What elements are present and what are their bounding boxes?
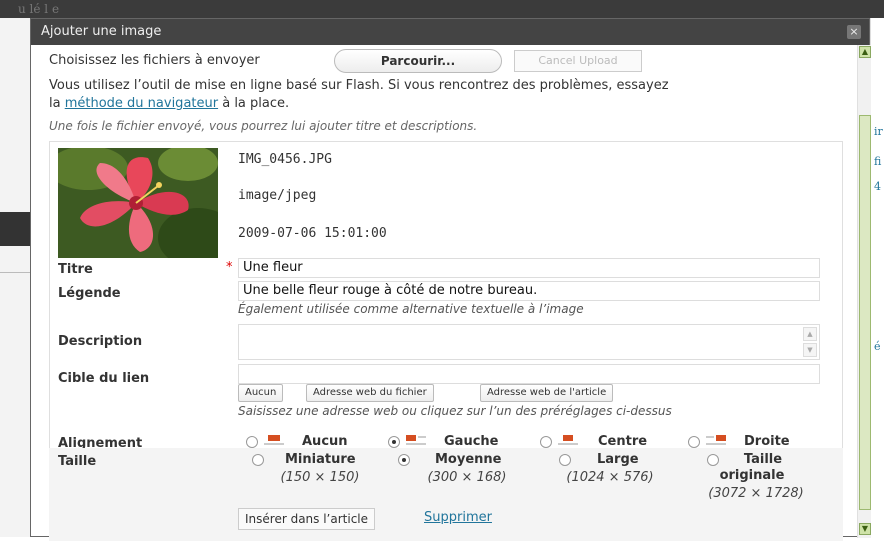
media-item-panel: IMG_0456.JPG image/jpeg 2009-07-06 15:01… <box>49 141 843 541</box>
title-input[interactable]: Une fleur <box>238 258 820 278</box>
dialog-scrollbar[interactable]: ▲ ▼ <box>857 45 871 538</box>
align-left-radio[interactable] <box>388 436 400 448</box>
align-right-icon <box>706 435 726 445</box>
choose-files-label: Choisissez les fichiers à envoyer <box>49 53 260 68</box>
size-section: Taille Miniature (150 × 150) Moyenne (30… <box>49 448 843 541</box>
file-type: image/jpeg <box>238 188 317 203</box>
size-large-radio[interactable] <box>559 454 571 466</box>
link-help: Saisissez une adresse web ou cliquez sur… <box>238 404 672 418</box>
size-large-label[interactable]: Large <box>597 452 639 467</box>
delete-link[interactable]: Supprimer <box>424 510 492 525</box>
align-right-label[interactable]: Droite <box>744 434 790 449</box>
flash-note-pre: la <box>49 96 65 111</box>
background-right-text: fi <box>874 155 882 168</box>
link-target-label: Cible du lien <box>58 371 150 386</box>
background-right-panel <box>870 18 884 537</box>
scroll-down-icon[interactable]: ▼ <box>859 523 871 535</box>
caption-label: Légende <box>58 286 121 301</box>
file-name: IMG_0456.JPG <box>238 152 332 167</box>
size-original-radio[interactable] <box>707 454 719 466</box>
background-divider <box>0 272 30 273</box>
align-none-icon <box>264 435 284 445</box>
browser-uploader-link[interactable]: méthode du navigateur <box>65 96 218 111</box>
after-upload-hint: Une fois le fichier envoyé, vous pourrez… <box>49 119 478 133</box>
background-title: u lé l e <box>18 2 60 16</box>
upload-date: 2009-07-06 15:01:00 <box>238 226 387 241</box>
flash-note-line: Vous utilisez l’outil de mise en ligne b… <box>49 78 669 93</box>
size-thumbnail-dims: (150 × 150) <box>280 470 360 485</box>
description-label: Description <box>58 334 143 349</box>
required-marker: * <box>226 260 233 275</box>
caption-help: Également utilisée comme alternative tex… <box>238 302 584 316</box>
align-none-radio[interactable] <box>246 436 258 448</box>
size-medium-dims: (300 × 168) <box>427 470 507 485</box>
textarea-scroll-down-icon[interactable]: ▼ <box>803 343 817 357</box>
align-center-icon <box>558 435 578 445</box>
background-right-text: ir <box>874 125 883 138</box>
image-thumbnail <box>58 148 218 258</box>
size-original-dims: (3072 × 1728) <box>708 486 804 501</box>
dialog-titlebar: Ajouter une image × <box>31 19 869 45</box>
close-icon[interactable]: × <box>847 25 861 39</box>
flash-uploader-notice: Vous utilisez l’outil de mise en ligne b… <box>49 77 829 113</box>
cancel-upload-button[interactable]: Cancel Upload <box>514 50 642 72</box>
dialog-title: Ajouter une image <box>41 24 162 39</box>
background-header <box>0 0 884 18</box>
size-medium-radio[interactable] <box>398 454 410 466</box>
link-none-button[interactable]: Aucun <box>238 384 284 402</box>
scroll-up-icon[interactable]: ▲ <box>859 46 871 58</box>
link-file-url-button[interactable]: Adresse web du fichier <box>306 384 434 402</box>
size-label: Taille <box>58 454 97 469</box>
background-right-text: 4 <box>874 180 881 193</box>
align-center-radio[interactable] <box>540 436 552 448</box>
flash-note-post: à la place. <box>218 96 290 111</box>
align-center-label[interactable]: Centre <box>598 434 647 449</box>
add-image-dialog: Ajouter une image × ▲ ▼ Choisissez les f… <box>30 18 871 541</box>
size-medium-label[interactable]: Moyenne <box>435 452 502 467</box>
background-left-panel <box>0 18 30 537</box>
description-textarea[interactable]: ▲ ▼ <box>238 324 820 360</box>
caption-input[interactable]: Une belle fleur rouge à côté de notre bu… <box>238 281 820 301</box>
link-url-input[interactable] <box>238 364 820 384</box>
size-thumbnail-radio[interactable] <box>252 454 264 466</box>
textarea-scroll-up-icon[interactable]: ▲ <box>803 327 817 341</box>
scrollbar-thumb[interactable] <box>859 115 871 510</box>
link-post-url-button[interactable]: Adresse web de l'article <box>480 384 614 402</box>
title-label: Titre <box>58 262 93 277</box>
align-left-label[interactable]: Gauche <box>444 434 498 449</box>
browse-button[interactable]: Parcourir... <box>334 49 502 73</box>
insert-into-post-button[interactable]: Insérer dans l’article <box>238 508 376 530</box>
align-right-radio[interactable] <box>688 436 700 448</box>
size-original-label-line2[interactable]: originale <box>707 468 797 483</box>
background-left-bar <box>0 212 30 246</box>
align-left-icon <box>406 435 426 445</box>
background-right-text: é <box>874 340 881 353</box>
size-large-dims: (1024 × 576) <box>566 470 654 485</box>
size-original-label-line1[interactable]: Taille <box>733 452 793 467</box>
align-none-label[interactable]: Aucun <box>302 434 348 449</box>
size-thumbnail-label[interactable]: Miniature <box>285 452 356 467</box>
